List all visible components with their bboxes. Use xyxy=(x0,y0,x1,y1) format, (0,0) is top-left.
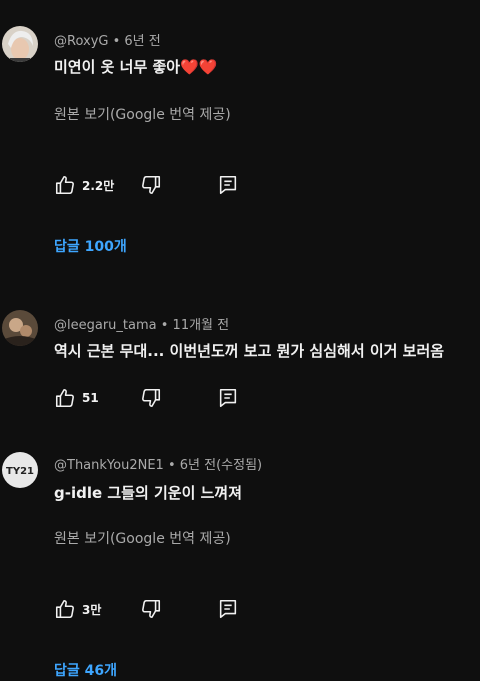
comment-item: @RoxyG • 6년 전 미연이 옷 너무 좋아❤️❤️ 원본 보기(Goog… xyxy=(0,0,480,270)
dislike-button[interactable] xyxy=(140,173,162,197)
comment-text-main: 미연이 옷 너무 좋아 xyxy=(54,58,181,76)
comment-time[interactable]: 6년 전(수정됨) xyxy=(180,458,262,473)
reply-button[interactable] xyxy=(217,386,239,410)
comment-time[interactable]: 6년 전 xyxy=(124,34,160,49)
avatar[interactable] xyxy=(2,310,38,346)
dislike-icon xyxy=(140,174,162,196)
avatar-image: TY21 xyxy=(2,452,38,488)
like-button[interactable]: 51 xyxy=(54,386,99,410)
like-count: 51 xyxy=(82,391,99,405)
like-icon xyxy=(54,598,76,620)
avatar[interactable]: TY21 xyxy=(2,452,38,488)
comment-meta: @leegaru_tama • 11개월 전 xyxy=(54,314,229,333)
avatar-image xyxy=(2,310,38,346)
comment-actions: 3만 xyxy=(54,597,254,621)
dislike-button[interactable] xyxy=(140,386,162,410)
translate-link[interactable]: 원본 보기(Google 번역 제공) xyxy=(54,528,231,548)
author-name[interactable]: @ThankYou2NE1 xyxy=(54,458,164,473)
comment-text: 역시 근본 무대... 이번년도꺼 보고 뭔가 심심해서 이거 보러옴 xyxy=(54,342,445,360)
reply-icon xyxy=(217,598,239,620)
comment-time[interactable]: 11개월 전 xyxy=(173,318,230,333)
like-count: 2.2만 xyxy=(82,178,115,193)
author-name[interactable]: @leegaru_tama xyxy=(54,318,157,333)
heart-emoji: ❤️❤️ xyxy=(180,58,218,76)
dislike-button[interactable] xyxy=(140,597,162,621)
comment-item: @leegaru_tama • 11개월 전 역시 근본 무대... 이번년도꺼… xyxy=(0,300,480,420)
comment-actions: 2.2만 xyxy=(54,173,254,197)
author-name[interactable]: @RoxyG xyxy=(54,34,108,49)
avatar-text: TY21 xyxy=(6,466,34,477)
meta-separator: • xyxy=(108,34,125,49)
dislike-icon xyxy=(140,598,162,620)
comment-item: TY21 @ThankYou2NE1 • 6년 전(수정됨) g-idle 그들… xyxy=(0,440,480,681)
avatar[interactable] xyxy=(2,26,38,62)
reply-button[interactable] xyxy=(217,597,239,621)
reply-button[interactable] xyxy=(217,173,239,197)
reply-icon xyxy=(217,387,239,409)
replies-link[interactable]: 답글 100개 xyxy=(54,236,127,256)
like-icon xyxy=(54,387,76,409)
dislike-icon xyxy=(140,387,162,409)
comment-text: 미연이 옷 너무 좋아❤️❤️ xyxy=(54,56,217,77)
avatar-image xyxy=(2,26,38,62)
like-icon xyxy=(54,174,76,196)
comment-meta: @ThankYou2NE1 • 6년 전(수정됨) xyxy=(54,454,262,473)
comment-meta: @RoxyG • 6년 전 xyxy=(54,30,161,49)
meta-separator: • xyxy=(163,458,180,473)
translate-link[interactable]: 원본 보기(Google 번역 제공) xyxy=(54,104,231,124)
reply-icon xyxy=(217,174,239,196)
like-button[interactable]: 2.2만 xyxy=(54,173,114,197)
comment-actions: 51 xyxy=(54,386,254,410)
comment-text: g-idle 그들의 기운이 느껴져 xyxy=(54,484,243,502)
meta-separator: • xyxy=(156,318,173,333)
like-button[interactable]: 3만 xyxy=(54,597,101,621)
replies-link[interactable]: 답글 46개 xyxy=(54,660,117,680)
like-count: 3만 xyxy=(82,602,102,617)
